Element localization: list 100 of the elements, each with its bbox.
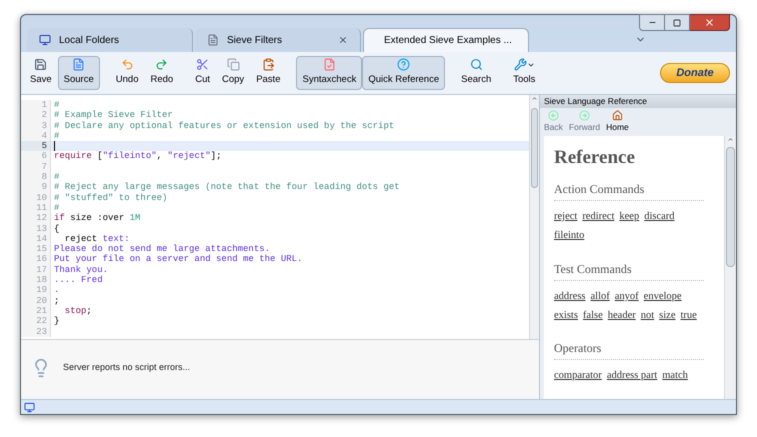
reference-link[interactable]: header	[608, 308, 636, 324]
toolbar-button[interactable]: Copy	[216, 56, 250, 90]
code-line: .	[54, 285, 60, 296]
line-number: 9	[21, 182, 51, 193]
reference-link[interactable]: keep	[619, 209, 640, 225]
toolbar-button[interactable]: Redo	[144, 56, 180, 90]
reference-link[interactable]: address	[554, 288, 586, 304]
reference-link[interactable]: anyof	[614, 288, 639, 304]
line-number: 4	[21, 130, 51, 142]
line-number: 13	[21, 224, 51, 234]
line-number: 20	[21, 296, 51, 306]
code-line: Put your file on a server and send me the URL.	[54, 254, 302, 265]
line-number: 12	[21, 213, 51, 224]
paste-icon	[262, 58, 275, 72]
section-heading: Operators	[554, 339, 704, 360]
page-heading: Reference	[554, 146, 636, 170]
section-heading: Action Commands	[554, 180, 704, 202]
line-number: 14	[21, 234, 51, 244]
reference-link[interactable]: true	[680, 308, 697, 324]
reference-link[interactable]: address part	[606, 368, 658, 384]
line-number: 5	[21, 141, 51, 152]
code-line: reject text:	[64, 234, 130, 244]
scrollbar[interactable]	[529, 95, 539, 339]
reference-link[interactable]: match	[662, 368, 688, 384]
maximize-button[interactable]	[665, 14, 690, 31]
code-line: # "stuffed" to three)	[54, 192, 168, 203]
reference-link[interactable]: reject	[554, 209, 578, 225]
reference-link[interactable]: envelope	[644, 288, 682, 304]
line-number: 2	[21, 110, 51, 121]
line-number: 22	[21, 316, 51, 327]
toolbar-button[interactable]: Undo	[110, 56, 144, 90]
document-icon	[72, 58, 86, 72]
scroll-up-icon[interactable]	[727, 136, 734, 143]
donate-button[interactable]: Donate	[660, 63, 730, 83]
text-cursor	[54, 141, 55, 152]
document-check-icon	[322, 58, 336, 72]
reference-link[interactable]: redirect	[582, 209, 614, 225]
tab-label: Extended Sieve Examples ...	[384, 34, 512, 48]
monitor-icon	[39, 34, 51, 46]
line-number: 10	[21, 192, 51, 203]
toolbar-button[interactable]: Tools	[507, 56, 542, 90]
code-line: .... Fred	[54, 275, 103, 286]
code-line: # Reject any large messages (note that the four leading dots get	[54, 182, 400, 193]
code-line: }	[54, 316, 60, 327]
nav-button[interactable]: Home	[606, 110, 629, 134]
code-line: Please do not send me large attachments.	[54, 244, 270, 254]
undo-icon	[120, 58, 134, 72]
code-line: #	[54, 130, 60, 142]
wrench-icon	[514, 58, 527, 72]
line-number: 3	[21, 120, 51, 131]
reference-link[interactable]: comparator	[554, 368, 602, 384]
toolbar-button[interactable]: Cut	[189, 56, 216, 90]
reference-link[interactable]: false	[582, 308, 603, 324]
tab-label: Local Folders	[59, 34, 120, 48]
toolbar-button[interactable]: Save	[24, 56, 58, 90]
line-number: 18	[21, 275, 51, 286]
line-number: 21	[21, 306, 51, 316]
reference-link[interactable]: discard	[644, 209, 675, 225]
tab[interactable]: Local Folders	[27, 28, 193, 52]
tab[interactable]: Extended Sieve Examples ...	[363, 28, 529, 52]
close-icon[interactable]	[338, 35, 348, 45]
line-number: 8	[21, 172, 51, 182]
line-number: 19	[21, 285, 51, 296]
toolbar-button[interactable]: Paste	[250, 56, 286, 90]
code-line: # Example Sieve Filter	[54, 110, 173, 121]
search-icon	[470, 58, 483, 72]
reference-link[interactable]: allof	[590, 288, 610, 304]
close-button[interactable]	[690, 14, 730, 31]
home-icon	[612, 110, 623, 121]
line-number: 16	[21, 254, 51, 265]
reference-link[interactable]: fileinto	[554, 228, 584, 244]
tab[interactable]: Sieve Filters	[195, 28, 361, 52]
reference-link[interactable]: exists	[554, 308, 578, 324]
status-message: Server reports no script errors...	[63, 360, 190, 374]
reference-link[interactable]: size	[659, 308, 676, 324]
code-line: stop;	[64, 306, 92, 316]
scrollbar[interactable]	[724, 136, 736, 399]
code-line: #	[54, 172, 60, 182]
scroll-up-icon[interactable]	[531, 95, 538, 102]
reference-link[interactable]: not	[640, 308, 654, 324]
line-number: 11	[21, 202, 51, 214]
code-line: ;	[54, 296, 60, 306]
toolbar-button[interactable]: Syntaxcheck	[296, 56, 362, 90]
toolbar-button[interactable]: Source	[58, 56, 100, 90]
code-line: #	[54, 100, 60, 110]
scissors-icon	[196, 58, 210, 72]
scroll-thumb[interactable]	[531, 108, 538, 188]
scroll-thumb[interactable]	[726, 146, 735, 267]
forward-icon	[579, 110, 590, 121]
copy-icon	[226, 58, 240, 72]
line-number: 15	[21, 244, 51, 254]
code-line: # Declare any optional features or extension used by the script	[54, 120, 394, 131]
toolbar-button[interactable]: Search	[455, 56, 498, 90]
code-line: #	[54, 202, 60, 214]
code-line: Thank you.	[54, 264, 108, 276]
line-number: 1	[21, 100, 51, 110]
back-icon	[548, 110, 559, 121]
tab-label: Sieve Filters	[227, 34, 284, 48]
toolbar-button[interactable]: Quick Reference	[362, 56, 446, 90]
panel-header: Sieve Language Reference	[540, 95, 736, 108]
